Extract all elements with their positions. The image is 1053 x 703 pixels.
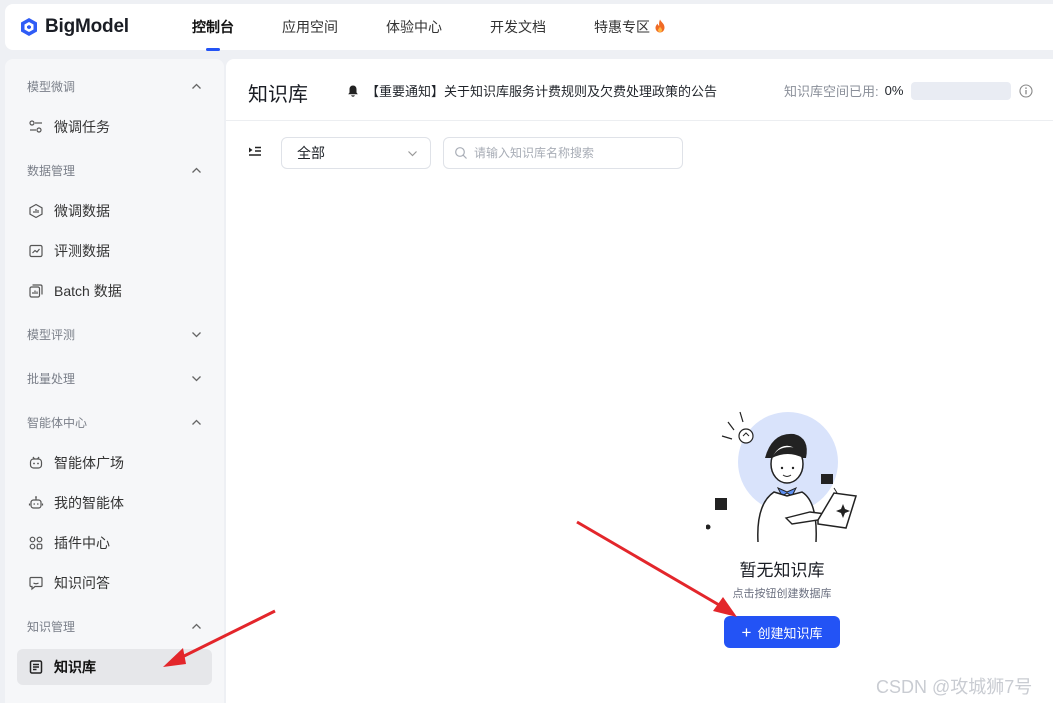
create-button-label: 创建知识库 xyxy=(757,625,823,641)
empty-state-title: 暂无知识库 xyxy=(739,561,825,580)
page-title: 知识库 xyxy=(248,84,308,106)
filter-selected-value: 全部 xyxy=(297,145,325,161)
sidebar-item-label: Batch 数据 xyxy=(54,283,122,299)
nav-console[interactable]: 控制台 xyxy=(192,4,234,51)
search-box[interactable] xyxy=(443,137,683,169)
info-icon[interactable] xyxy=(1019,83,1033,98)
empty-state-subtitle: 点击按钮创建数据库 xyxy=(732,588,832,600)
chevron-up-icon xyxy=(192,83,201,89)
nav-dev-docs[interactable]: 开发文档 xyxy=(490,4,546,50)
section-model-eval[interactable]: 模型评测 xyxy=(27,326,202,343)
bot-icon xyxy=(28,496,44,509)
nav-app-space[interactable]: 应用空间 xyxy=(282,4,338,50)
chevron-down-icon xyxy=(192,332,201,338)
top-bar: BigModel 控制台 应用空间 体验中心 开发文档 特惠专区 xyxy=(5,4,1053,51)
section-title: 批量处理 xyxy=(27,372,76,386)
section-title: 模型微调 xyxy=(27,80,76,94)
bigmodel-logo-icon xyxy=(21,18,37,36)
section-batch-processing[interactable]: 批量处理 xyxy=(27,370,202,387)
usage-progress-bar xyxy=(911,81,1012,100)
collapse-toggle-icon[interactable] xyxy=(248,145,262,159)
notice-banner[interactable]: 【重要通知】关于知识库服务计费规则及欠费处理政策的公告 xyxy=(346,81,717,100)
main-panel: 知识库 【重要通知】关于知识库服务计费规则及欠费处理政策的公告 知识库空间已用:… xyxy=(226,59,1053,703)
sidebar-item-eval-data[interactable]: 评测数据 xyxy=(17,233,212,269)
sidebar-item-label: 智能体广场 xyxy=(54,455,124,471)
usage-value: 0% xyxy=(884,83,904,98)
sidebar-item-label: 微调任务 xyxy=(54,119,110,135)
section-title: 模型评测 xyxy=(27,328,76,342)
sidebar-item-plugin-center[interactable]: 插件中心 xyxy=(17,525,212,561)
chevron-down-icon xyxy=(192,376,201,382)
fire-icon xyxy=(655,19,665,33)
logo-text: BigModel xyxy=(45,16,129,37)
plugin-icon xyxy=(29,536,43,550)
section-title: 智能体中心 xyxy=(27,416,88,430)
sidebar-item-label: 知识库 xyxy=(54,659,96,675)
header-divider xyxy=(226,120,1053,121)
section-agent-center[interactable]: 智能体中心 xyxy=(27,414,202,431)
sidebar-item-label: 我的智能体 xyxy=(54,495,124,511)
section-model-finetune[interactable]: 模型微调 xyxy=(27,78,202,95)
nav-experience-center[interactable]: 体验中心 xyxy=(386,4,442,50)
book-icon xyxy=(29,660,43,674)
chevron-up-icon xyxy=(192,623,201,629)
empty-state-illustration xyxy=(706,411,857,542)
category-filter-select[interactable]: 全部 xyxy=(281,137,431,169)
robot-icon xyxy=(29,456,43,469)
chevron-up-icon xyxy=(192,419,201,425)
search-input[interactable] xyxy=(474,146,674,160)
usage-label: 知识库空间已用: xyxy=(784,84,879,99)
section-title: 数据管理 xyxy=(27,164,76,178)
search-icon xyxy=(455,147,467,159)
nav-special-offers[interactable]: 特惠专区 xyxy=(594,4,666,50)
notice-text: 【重要通知】关于知识库服务计费规则及欠费处理政策的公告 xyxy=(366,84,718,99)
storage-usage: 知识库空间已用: 0% xyxy=(784,81,1033,100)
sidebar-item-label: 评测数据 xyxy=(54,243,110,259)
logo[interactable]: BigModel xyxy=(19,16,129,38)
nav-special-offers-label: 特惠专区 xyxy=(594,19,650,35)
chevron-up-icon xyxy=(192,167,201,173)
sidebar-item-finetune-data[interactable]: 微调数据 xyxy=(17,193,212,229)
section-knowledge-management[interactable]: 知识管理 xyxy=(27,618,202,635)
chevron-down-icon xyxy=(408,150,417,156)
sidebar-item-label: 插件中心 xyxy=(54,535,110,551)
watermark: CSDN @攻城狮7号 xyxy=(876,677,1033,697)
bell-icon xyxy=(348,85,358,97)
hexagon-data-icon xyxy=(29,203,43,219)
sidebar-item-my-agents[interactable]: 我的智能体 xyxy=(17,485,212,521)
sidebar-item-label: 微调数据 xyxy=(54,203,110,219)
sliders-icon xyxy=(29,120,42,133)
section-data-management[interactable]: 数据管理 xyxy=(27,162,202,179)
create-knowledge-base-button[interactable]: + 创建知识库 xyxy=(724,616,840,648)
sidebar-item-label: 知识问答 xyxy=(54,575,110,591)
section-title: 知识管理 xyxy=(27,620,76,634)
sidebar-item-agent-plaza[interactable]: 智能体广场 xyxy=(17,445,212,481)
batch-icon xyxy=(29,284,43,298)
top-nav: 控制台 应用空间 体验中心 开发文档 特惠专区 xyxy=(192,4,714,51)
plus-icon: + xyxy=(741,622,752,642)
sidebar-item-knowledge-qa[interactable]: 知识问答 xyxy=(17,565,212,601)
chart-icon xyxy=(29,244,43,258)
sidebar: 模型微调 微调任务 数据管理 微调数据 评测数据 Batch 数据 模型评测 批… xyxy=(5,59,224,703)
sidebar-item-finetune-tasks[interactable]: 微调任务 xyxy=(17,109,212,145)
qa-icon xyxy=(29,576,43,591)
sidebar-item-knowledge-base[interactable]: 知识库 xyxy=(17,649,212,685)
sidebar-item-batch-data[interactable]: Batch 数据 xyxy=(17,273,212,309)
